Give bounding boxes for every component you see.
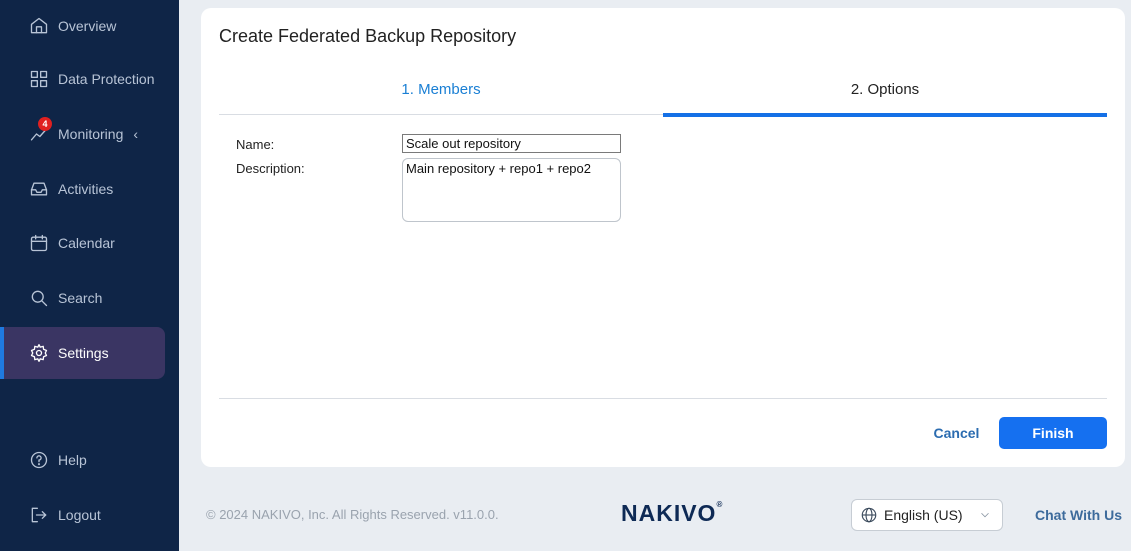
sidebar-item-label: Activities <box>58 181 114 197</box>
language-value: English (US) <box>884 507 963 523</box>
sidebar-item-activities[interactable]: Activities <box>0 163 165 215</box>
sidebar-item-label: Help <box>58 452 87 468</box>
dialog-card: Create Federated Backup Repository 1. Me… <box>201 8 1125 467</box>
logout-icon <box>28 504 50 526</box>
sidebar-item-search[interactable]: Search <box>0 272 165 324</box>
sidebar-item-help[interactable]: Help <box>0 434 165 486</box>
sidebar-item-monitoring[interactable]: 4 Monitoring ‹ <box>0 108 165 160</box>
sidebar: Overview Data Protection 4 Monitoring ‹ … <box>0 0 179 551</box>
tab-options[interactable]: 2. Options <box>663 78 1107 117</box>
sidebar-item-label: Calendar <box>58 235 115 251</box>
activity-chart-icon: 4 <box>28 117 52 145</box>
sidebar-item-label: Data Protection <box>58 71 155 87</box>
description-label: Description: <box>236 161 305 176</box>
dialog-title: Create Federated Backup Repository <box>219 26 517 46</box>
help-icon <box>28 449 50 471</box>
wizard-tabs: 1. Members 2. Options <box>219 78 1107 117</box>
gear-icon <box>28 342 50 364</box>
search-icon <box>28 287 50 309</box>
chevron-down-icon <box>978 508 992 525</box>
tab-members[interactable]: 1. Members <box>219 78 663 115</box>
logo-text: NAKIVO <box>621 500 717 526</box>
sidebar-item-overview[interactable]: Overview <box>0 0 165 52</box>
sidebar-item-label: Search <box>58 290 103 306</box>
notification-badge: 4 <box>38 117 52 131</box>
home-icon <box>28 15 50 37</box>
language-select[interactable]: English (US) <box>851 499 1003 531</box>
cancel-button[interactable]: Cancel <box>919 418 994 448</box>
nakivo-logo: NAKIVO® <box>621 500 723 527</box>
calendar-icon <box>28 232 50 254</box>
sidebar-item-label: Overview <box>58 18 117 34</box>
name-label: Name: <box>236 137 275 152</box>
sidebar-item-logout[interactable]: Logout <box>0 489 165 541</box>
sidebar-item-data-protection[interactable]: Data Protection <box>0 53 165 105</box>
copyright-text: © 2024 NAKIVO, Inc. All Rights Reserved.… <box>206 507 499 522</box>
grid-icon <box>28 68 50 90</box>
sidebar-item-label: Settings <box>58 345 109 361</box>
chat-with-us-link[interactable]: Chat With Us <box>1035 507 1122 523</box>
sidebar-item-settings[interactable]: Settings <box>0 327 165 379</box>
sidebar-item-label: Logout <box>58 507 101 523</box>
description-input[interactable]: Main repository + repo1 + repo2 <box>402 158 621 222</box>
name-input[interactable] <box>402 134 621 153</box>
footer-divider <box>219 398 1107 399</box>
sidebar-item-label: Monitoring <box>58 126 124 142</box>
globe-icon <box>861 507 877 523</box>
inbox-icon <box>28 178 50 200</box>
finish-button[interactable]: Finish <box>999 417 1107 449</box>
sidebar-item-calendar[interactable]: Calendar <box>0 217 165 269</box>
logo-registered-mark: ® <box>716 500 724 509</box>
chevron-left-icon: ‹ <box>133 126 139 142</box>
